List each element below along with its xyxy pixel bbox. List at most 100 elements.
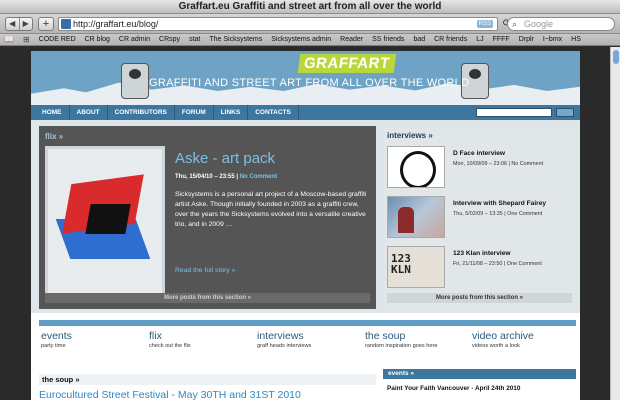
browser-toolbar: ◀ ▶ + http://graffart.eu/blog/ RSS ⟳ ⌕ G…: [0, 14, 620, 34]
interview-comments[interactable]: One Comment: [507, 211, 542, 217]
bookmark-item[interactable]: bad: [413, 36, 425, 43]
bookmark-item[interactable]: LJ: [476, 36, 483, 43]
quicklink-subtitle: graff heads interviews: [257, 343, 312, 349]
nav-about[interactable]: ABOUT: [70, 105, 108, 120]
quicklink-flix[interactable]: flix check out the flix: [149, 330, 191, 349]
interview-meta: Thu, 5/02/09 – 13:35 | One Comment: [453, 211, 543, 217]
more-interviews-link[interactable]: More posts from this section »: [387, 293, 572, 303]
google-search-field[interactable]: ⌕ Google: [507, 17, 615, 31]
web-page: GRAFFART GRAFFITI AND STREET ART FROM AL…: [0, 47, 610, 400]
site-search-input[interactable]: [476, 108, 552, 117]
site-container: GRAFFART GRAFFITI AND STREET ART FROM AL…: [31, 51, 580, 400]
vertical-scrollbar[interactable]: [610, 47, 620, 400]
flix-section-title[interactable]: flix »: [45, 132, 370, 141]
event-item[interactable]: Paint Your Faith Vancouver - April 24th …: [383, 385, 576, 392]
site-logo[interactable]: GRAFFART: [297, 54, 397, 73]
add-bookmark-button[interactable]: +: [38, 17, 54, 31]
quicklink-video-archive[interactable]: video archive videos worth a look: [472, 330, 534, 349]
interview-comments[interactable]: One Comment: [507, 261, 542, 267]
nav-contacts[interactable]: CONTACTS: [248, 105, 299, 120]
bookmark-item[interactable]: FFFF: [493, 36, 510, 43]
site-header: GRAFFART GRAFFITI AND STREET ART FROM AL…: [31, 51, 580, 105]
quicklink-interviews[interactable]: interviews graff heads interviews: [257, 330, 311, 349]
bookmark-item[interactable]: CODE RED: [39, 36, 76, 43]
interviews-section-title[interactable]: interviews »: [387, 131, 572, 140]
bookmark-item[interactable]: I~bmx: [543, 36, 562, 43]
quicklink-title[interactable]: flix: [149, 330, 191, 342]
back-button[interactable]: ◀: [6, 18, 19, 30]
history-buttons: ◀ ▶: [5, 17, 33, 31]
window-title: Graffart.eu Graffiti and street art from…: [178, 1, 442, 12]
scrollbar-thumb[interactable]: [613, 50, 619, 64]
bookmark-item[interactable]: Sicksystems admin: [271, 36, 331, 43]
bookmark-item[interactable]: The Sicksystems: [209, 36, 262, 43]
quicklink-subtitle: check out the flix: [149, 343, 191, 349]
soup-section-title[interactable]: the soup »: [39, 374, 376, 385]
interview-title[interactable]: 123 Klan interview: [453, 250, 511, 257]
quicklinks-strip: events party time flix check out the fli…: [31, 313, 580, 365]
interview-item[interactable]: D Face interview Mon, 10/09/09 – 23:06 |…: [387, 146, 572, 188]
bookmark-item[interactable]: CRspy: [159, 36, 180, 43]
site-tagline: GRAFFITI AND STREET ART FROM ALL OVER TH…: [149, 77, 470, 89]
quicklink-title[interactable]: video archive: [472, 330, 534, 342]
quicklink-events[interactable]: events party time: [41, 330, 72, 349]
soup-headline[interactable]: Eurocultured Street Festival - May 30TH …: [39, 389, 376, 400]
interview-title[interactable]: Interview with Shepard Fairey: [453, 200, 546, 207]
feature-excerpt: Sicksystems is a personal art project of…: [175, 191, 367, 228]
quicklink-the-soup[interactable]: the soup random inspiration goes here: [365, 330, 437, 349]
artwork-shape: [85, 204, 131, 234]
quicklink-title[interactable]: events: [41, 330, 72, 342]
quicklink-title[interactable]: the soup: [365, 330, 437, 342]
bookmark-item[interactable]: HS: [571, 36, 581, 43]
feature-thumbnail[interactable]: [45, 146, 165, 302]
events-panel: events » Paint Your Faith Vancouver - Ap…: [383, 369, 576, 400]
feature-title[interactable]: Aske - art pack: [175, 150, 275, 167]
interview-thumbnail[interactable]: [387, 246, 445, 288]
rss-icon[interactable]: RSS: [476, 20, 493, 28]
site-favicon-icon: [61, 19, 71, 29]
window-titlebar: Graffart.eu Graffiti and street art from…: [0, 0, 620, 14]
feature-date: Thu, 15/04/10 – 23:55: [175, 174, 235, 180]
feature-comments-link[interactable]: No Comment: [240, 174, 277, 180]
forward-button[interactable]: ▶: [18, 18, 33, 30]
bookmark-item[interactable]: CR blog: [85, 36, 110, 43]
bookmark-item[interactable]: CR admin: [119, 36, 150, 43]
interview-item[interactable]: 123 Klan interview Fri, 21/11/08 – 23:50…: [387, 246, 572, 288]
nav-contributors[interactable]: CONTRIBUTORS: [108, 105, 175, 120]
interview-title[interactable]: D Face interview: [453, 150, 505, 157]
feature-meta: Thu, 15/04/10 – 23:55 | No Comment: [175, 174, 278, 180]
site-search-button[interactable]: [556, 108, 574, 117]
address-url: http://graffart.eu/blog/: [73, 19, 159, 29]
interview-meta: Mon, 10/09/09 – 23:06 | No Comment: [453, 161, 544, 167]
nav-home[interactable]: HOME: [35, 105, 70, 120]
more-posts-link[interactable]: More posts from this section »: [45, 293, 370, 303]
nav-forum[interactable]: FORUM: [175, 105, 214, 120]
bookmarks-grid-icon[interactable]: ⊞: [23, 35, 30, 44]
feature-panel: flix » Aske - art pack Thu, 15/04/10 – 2…: [39, 126, 376, 309]
events-section-title[interactable]: events »: [383, 369, 576, 379]
interview-thumbnail[interactable]: [387, 146, 445, 188]
nav-links[interactable]: LINKS: [214, 105, 249, 120]
quicklink-title[interactable]: interviews: [257, 330, 311, 342]
interview-meta: Fri, 21/11/08 – 23:50 | One Comment: [453, 261, 542, 267]
soup-panel: the soup » Eurocultured Street Festival …: [39, 369, 376, 400]
quicklink-subtitle: party time: [41, 343, 66, 349]
bookmark-item[interactable]: Reader: [340, 36, 363, 43]
bookmark-item[interactable]: SS friends: [372, 36, 404, 43]
interview-comments[interactable]: No Comment: [511, 161, 543, 167]
interviews-panel: interviews » D Face interview Mon, 10/09…: [383, 126, 576, 309]
google-search-placeholder: Google: [524, 19, 554, 29]
quicklink-subtitle: random inspiration goes here: [365, 343, 438, 349]
read-more-link[interactable]: Read the full story »: [175, 267, 235, 274]
bottom-section: the soup » Eurocultured Street Festival …: [31, 365, 580, 400]
bookmarks-book-icon[interactable]: 📖: [4, 35, 14, 44]
strip-divider: [39, 320, 576, 326]
address-bar[interactable]: http://graffart.eu/blog/ RSS: [58, 17, 498, 31]
interview-date: Thu, 5/02/09 – 13:35: [453, 211, 503, 217]
interview-thumbnail[interactable]: [387, 196, 445, 238]
bookmark-item[interactable]: CR friends: [434, 36, 467, 43]
mascot-left-icon: [121, 63, 149, 99]
interview-item[interactable]: Interview with Shepard Fairey Thu, 5/02/…: [387, 196, 572, 238]
bookmark-item[interactable]: Drplr: [519, 36, 534, 43]
bookmark-item[interactable]: stat: [189, 36, 200, 43]
